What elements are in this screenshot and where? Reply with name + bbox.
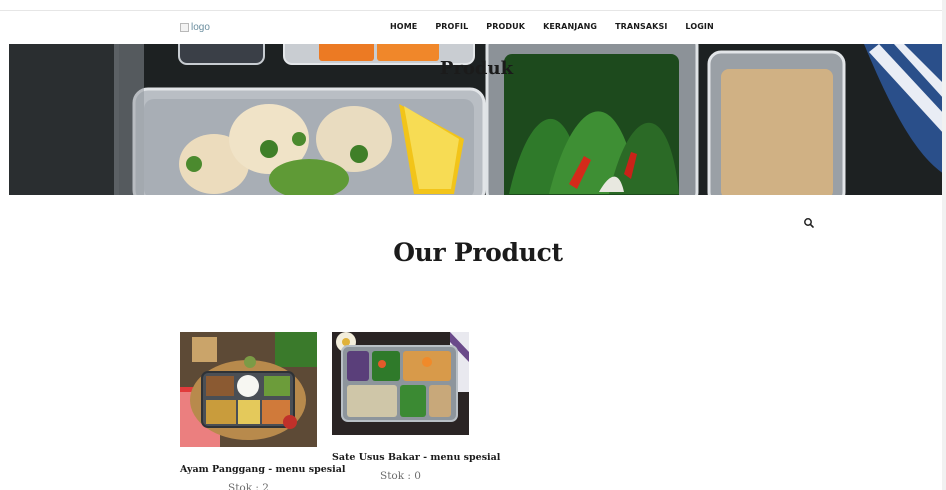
logo-alt-text: logo <box>191 22 210 33</box>
nav-keranjang[interactable]: KERANJANG <box>543 22 597 31</box>
product-card[interactable]: Ayam Panggang - menu spesial Stok : 2 <box>180 332 346 490</box>
section-title: Our Product <box>393 238 563 267</box>
navbar: logo HOME PROFIL PRODUK KERANJANG TRANSA… <box>0 11 946 44</box>
product-card[interactable]: Sate Usus Bakar - menu spesial Stok : 0 <box>332 332 500 490</box>
nav-produk[interactable]: PRODUK <box>486 22 525 31</box>
product-image[interactable] <box>180 332 317 447</box>
search-icon[interactable] <box>803 217 815 229</box>
main-nav: HOME PROFIL PRODUK KERANJANG TRANSAKSI L… <box>390 22 732 31</box>
product-stock: Stok : 0 <box>380 470 421 482</box>
nav-transaksi[interactable]: TRANSAKSI <box>615 22 667 31</box>
broken-image-icon <box>180 23 189 32</box>
nav-home[interactable]: HOME <box>390 22 417 31</box>
hero-title: Produk <box>439 58 514 79</box>
hero-banner: Produk <box>9 44 944 195</box>
nav-profil[interactable]: PROFIL <box>435 22 468 31</box>
logo[interactable]: logo <box>180 22 210 33</box>
scrollbar[interactable] <box>942 0 946 490</box>
product-name[interactable]: Ayam Panggang - menu spesial <box>180 464 346 475</box>
nav-login[interactable]: LOGIN <box>685 22 713 31</box>
product-stock: Stok : 2 <box>228 482 269 490</box>
product-name[interactable]: Sate Usus Bakar - menu spesial <box>332 452 500 463</box>
product-image[interactable] <box>332 332 469 435</box>
